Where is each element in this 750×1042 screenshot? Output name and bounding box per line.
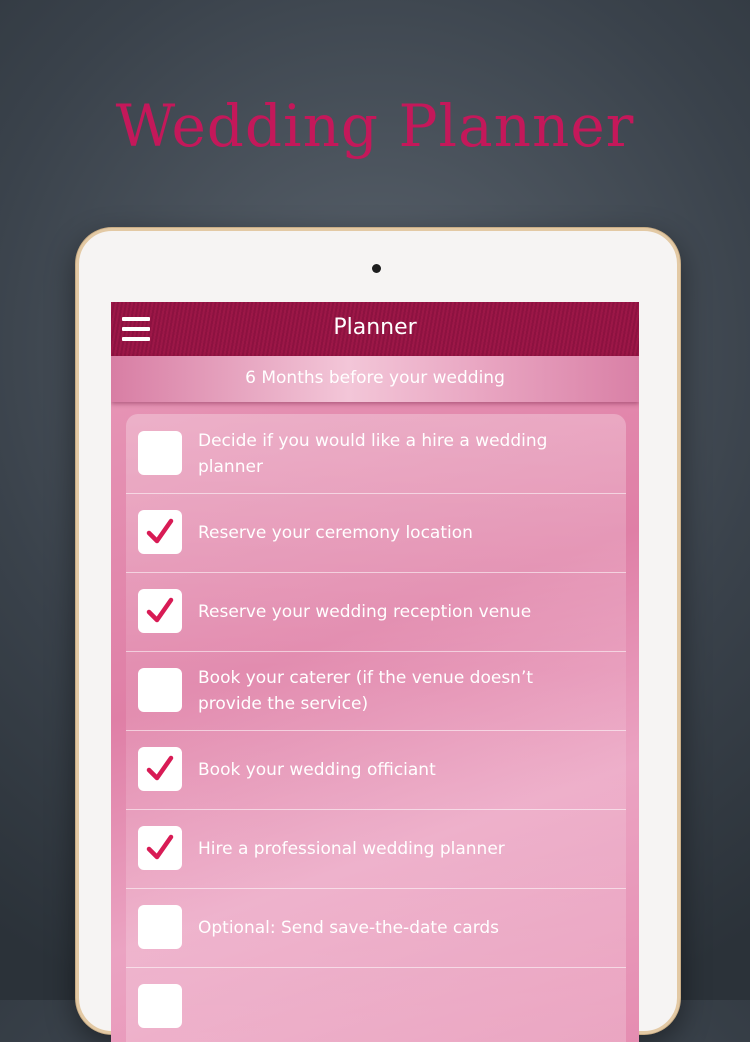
checkmark-icon	[146, 755, 174, 781]
task-row[interactable]: Hire a professional wedding planner	[126, 809, 626, 889]
task-row[interactable]: Optional: Send save-the-date cards	[126, 888, 626, 968]
checkmark-icon	[146, 834, 174, 860]
task-row[interactable]	[126, 967, 626, 1042]
task-checkbox[interactable]	[138, 905, 182, 949]
task-row[interactable]: Reserve your wedding reception venue	[126, 572, 626, 652]
task-checkbox[interactable]	[138, 826, 182, 870]
checkmark-icon	[146, 597, 174, 623]
task-row[interactable]: Book your caterer (if the venue doesn’t …	[126, 651, 626, 731]
task-label: Decide if you would like a hire a weddin…	[198, 430, 548, 477]
section-header: 6 Months before your wedding	[111, 356, 639, 402]
tablet-camera	[372, 264, 381, 273]
task-checkbox[interactable]	[138, 431, 182, 475]
task-label: Optional: Send save-the-date cards	[198, 917, 500, 938]
navigation-bar: Planner	[111, 302, 639, 356]
task-checkbox[interactable]	[138, 747, 182, 791]
task-checkbox[interactable]	[138, 668, 182, 712]
checkmark-icon	[146, 518, 174, 544]
task-label: Book your wedding officiant	[198, 759, 436, 780]
page-title: Planner	[333, 315, 417, 340]
tablet-frame: Planner 6 Months before your wedding Dec…	[76, 228, 680, 1042]
task-row[interactable]: Decide if you would like a hire a weddin…	[126, 414, 626, 494]
task-checkbox[interactable]	[138, 510, 182, 554]
task-label: Reserve your ceremony location	[198, 522, 473, 543]
task-checkbox[interactable]	[138, 589, 182, 633]
task-checkbox[interactable]	[138, 984, 182, 1028]
task-row[interactable]: Book your wedding officiant	[126, 730, 626, 810]
section-title: 6 Months before your wedding	[245, 368, 505, 388]
task-list: Decide if you would like a hire a weddin…	[126, 414, 626, 1042]
app-screen: Planner 6 Months before your wedding Dec…	[111, 302, 639, 1042]
task-label: Reserve your wedding reception venue	[198, 601, 532, 622]
task-label	[198, 967, 598, 1042]
task-row[interactable]: Reserve your ceremony location	[126, 493, 626, 573]
promo-title: Wedding Planner	[115, 92, 635, 160]
task-label: Hire a professional wedding planner	[198, 838, 505, 859]
task-label: Book your caterer (if the venue doesn’t …	[198, 667, 534, 714]
